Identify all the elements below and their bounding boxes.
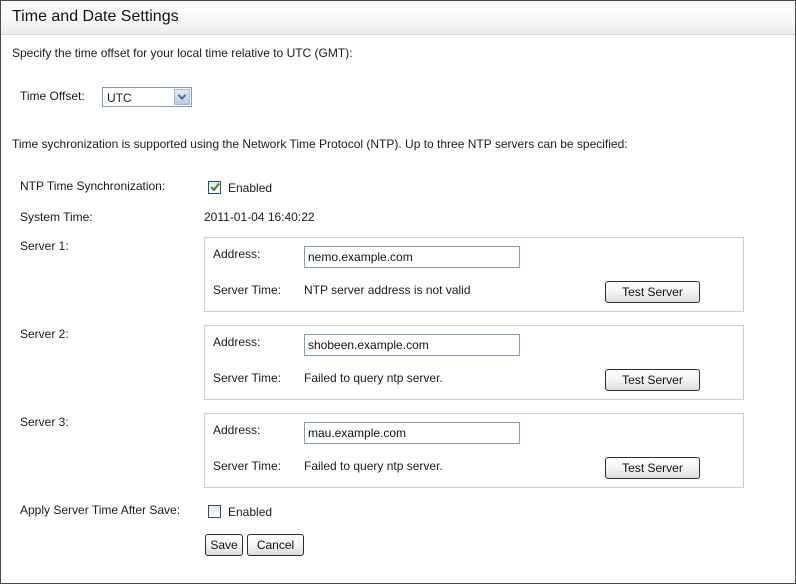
server-3-box: Address: Server Time: Failed to query nt… xyxy=(204,413,744,488)
server-1-label: Server 1: xyxy=(20,239,69,253)
server-3-time-status: Failed to query ntp server. xyxy=(304,459,443,473)
server-2-time-status: Failed to query ntp server. xyxy=(304,371,443,385)
ntp-sync-checkbox[interactable] xyxy=(208,181,221,194)
page-title: Time and Date Settings xyxy=(12,8,179,25)
time-offset-value: UTC xyxy=(107,91,132,105)
server-3-address-input[interactable] xyxy=(304,422,520,444)
address-label: Address: xyxy=(213,335,261,349)
apply-server-time-checkbox[interactable] xyxy=(208,505,221,518)
server-2-test-button[interactable]: Test Server xyxy=(605,369,700,391)
server-1-test-button[interactable]: Test Server xyxy=(605,281,700,303)
ntp-sync-option-label: Enabled xyxy=(228,181,273,195)
save-button[interactable]: Save xyxy=(205,534,243,556)
settings-panel: Time and Date Settings Specify the time … xyxy=(0,0,796,584)
server-time-label: Server Time: xyxy=(213,371,282,385)
system-time-value: 2011-01-04 16:40:22 xyxy=(204,210,315,224)
ntp-sync-label: NTP Time Synchronization: xyxy=(20,179,166,193)
address-label: Address: xyxy=(213,423,261,437)
address-label: Address: xyxy=(213,247,261,261)
time-offset-label: Time Offset: xyxy=(20,89,85,103)
server-1-time-status: NTP server address is not valid xyxy=(304,283,471,297)
server-2-address-input[interactable] xyxy=(304,334,520,356)
server-time-label: Server Time: xyxy=(213,283,282,297)
offset-intro-text: Specify the time offset for your local t… xyxy=(12,46,353,60)
checkmark-icon xyxy=(210,182,220,192)
server-time-label: Server Time: xyxy=(213,459,282,473)
server-2-box: Address: Server Time: Failed to query nt… xyxy=(204,325,744,400)
title-bar: Time and Date Settings xyxy=(1,1,795,35)
chevron-down-icon[interactable] xyxy=(174,89,190,105)
apply-server-time-label: Apply Server Time After Save: xyxy=(20,503,181,517)
system-time-label: System Time: xyxy=(20,210,93,224)
cancel-button[interactable]: Cancel xyxy=(247,534,304,556)
server-3-label: Server 3: xyxy=(20,415,69,429)
server-3-test-button[interactable]: Test Server xyxy=(605,457,700,479)
time-offset-select[interactable]: UTC xyxy=(102,87,192,107)
apply-server-time-option-label: Enabled xyxy=(228,505,273,519)
server-2-label: Server 2: xyxy=(20,327,69,341)
ntp-intro-text: Time sychronization is supported using t… xyxy=(12,137,628,151)
server-1-box: Address: Server Time: NTP server address… xyxy=(204,237,744,312)
server-1-address-input[interactable] xyxy=(304,246,520,268)
